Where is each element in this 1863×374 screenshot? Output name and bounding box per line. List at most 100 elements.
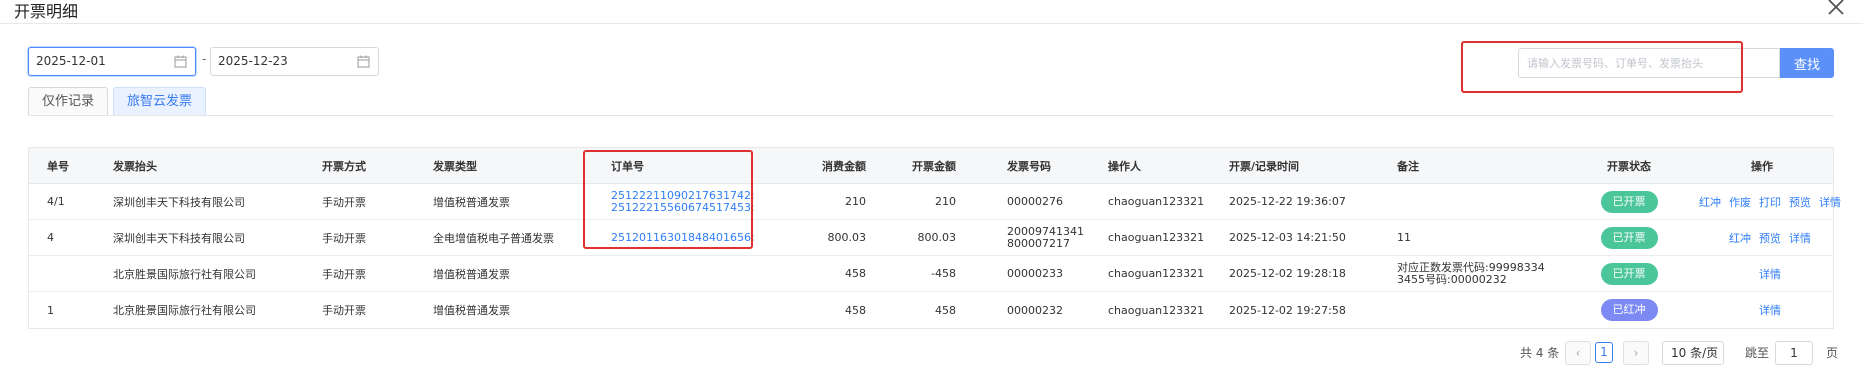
pagination-total: 共 4 条 (1520, 346, 1560, 360)
cell-no: 4/1 (47, 195, 65, 208)
cell-no: 1 (47, 303, 54, 317)
table-row: 1 北京胜景国际旅行社有限公司 手动开票 增值税普通发票 458 458 000… (29, 292, 1833, 328)
detail-link[interactable]: 详情 (1789, 230, 1811, 246)
cell-ops: 详情 (1649, 256, 1781, 291)
order-link[interactable]: 25122211090217631742; (611, 189, 755, 202)
col-note: 备注 (1397, 159, 1419, 173)
col-status: 开票状态 (1607, 159, 1651, 173)
order-link[interactable]: 25122215560674517453; (611, 201, 755, 214)
cell-method: 手动开票 (322, 267, 366, 281)
calendar-icon (357, 55, 370, 68)
next-page-button[interactable]: › (1623, 341, 1649, 365)
col-consume: 消费金额 (822, 159, 866, 173)
cell-title: 深圳创丰天下科技有限公司 (113, 231, 245, 245)
cell-no: 4 (47, 231, 54, 244)
jump-label: 跳至 (1745, 346, 1770, 360)
cell-method: 手动开票 (322, 195, 366, 209)
detail-link[interactable]: 详情 (1759, 302, 1781, 318)
cell-operator: chaoguan123321 (1108, 195, 1205, 208)
chevron-down-icon: ⌄ (1708, 347, 1717, 358)
cell-title: 北京胜景国际旅行社有限公司 (113, 304, 256, 317)
col-ops: 操作 (1751, 159, 1773, 173)
cell-consume: 458 (845, 303, 866, 317)
search-input[interactable] (1518, 48, 1780, 78)
cell-ops: 红冲 预览 详情 (1649, 220, 1811, 255)
col-invoice-no: 发票号码 (1007, 159, 1051, 173)
cell-method: 手动开票 (322, 304, 366, 317)
end-date-input[interactable]: 2025-12-23 (210, 47, 379, 76)
col-order: 订单号 (611, 159, 644, 173)
red-flush-link[interactable]: 红冲 (1729, 230, 1751, 246)
cell-method: 手动开票 (322, 231, 366, 245)
invoice-table: 单号 发票抬头 开票方式 发票类型 订单号 消费金额 开票金额 发票号码 操作人… (28, 147, 1841, 329)
cell-orders: 25122211090217631742; 251222155606745174… (611, 184, 755, 219)
cell-type: 全电增值税电子普通发票 (433, 231, 554, 245)
cell-invoice-no: 00000233 (1007, 267, 1063, 280)
cell-type: 增值税普通发票 (433, 267, 510, 281)
col-operator: 操作人 (1108, 159, 1141, 173)
tab-divider (28, 115, 1834, 116)
print-link[interactable]: 打印 (1759, 194, 1781, 210)
dialog-title: 开票明细 (14, 2, 79, 21)
chevron-right-icon: › (1633, 346, 1639, 360)
col-title: 发票抬头 (113, 159, 157, 173)
start-date-input[interactable]: 2025-12-01 (28, 47, 196, 76)
cell-operator: chaoguan123321 (1108, 303, 1205, 317)
col-time: 开票/记录时间 (1229, 159, 1300, 173)
cell-ops: 红冲 作废 打印 预览 详情 (1649, 184, 1841, 219)
cell-amount: -458 (931, 267, 956, 280)
cell-amount: 800.03 (917, 231, 957, 244)
end-date-value: 2025-12-23 (218, 54, 288, 68)
void-link[interactable]: 作废 (1729, 194, 1751, 210)
page-suffix: 页 (1826, 346, 1839, 360)
cell-consume: 210 (845, 195, 866, 208)
red-flush-link[interactable]: 红冲 (1699, 194, 1721, 210)
table-header: 单号 发票抬头 开票方式 发票类型 订单号 消费金额 开票金额 发票号码 操作人… (29, 148, 1833, 184)
cell-type: 增值税普通发票 (433, 195, 510, 209)
cell-operator: chaoguan123321 (1108, 231, 1205, 244)
cell-time: 2025-12-03 14:21:50 (1229, 231, 1346, 244)
cell-invoice-no: 20009741341800007217 (1007, 224, 1084, 250)
cell-time: 2025-12-02 19:27:58 (1229, 303, 1346, 317)
cell-title: 北京胜景国际旅行社有限公司 (113, 267, 256, 281)
preview-link[interactable]: 预览 (1789, 194, 1811, 210)
cell-ops: 详情 (1649, 292, 1781, 328)
calendar-icon (174, 55, 187, 68)
table-row: 4 深圳创丰天下科技有限公司 手动开票 全电增值税电子普通发票 25120116… (29, 220, 1833, 256)
date-separator: - (202, 52, 207, 66)
search-button[interactable]: 查找 (1780, 48, 1834, 78)
close-icon[interactable] (1823, 0, 1849, 20)
jump-page-input[interactable]: 1 (1775, 341, 1813, 365)
cell-consume: 800.03 (827, 231, 867, 244)
preview-link[interactable]: 预览 (1759, 230, 1781, 246)
cell-invoice-no: 00000232 (1007, 303, 1063, 317)
cell-amount: 210 (935, 195, 956, 208)
detail-link[interactable]: 详情 (1819, 194, 1841, 210)
cell-operator: chaoguan123321 (1108, 267, 1205, 280)
order-link[interactable]: 25120116301848401656; (611, 231, 755, 244)
cell-orders: 25120116301848401656; (611, 220, 755, 255)
table-row: 4/1 深圳创丰天下科技有限公司 手动开票 增值税普通发票 2512221109… (29, 184, 1841, 220)
cell-note: 11 (1397, 231, 1411, 244)
page-size-select[interactable]: 10 条/页 ⌄ (1662, 341, 1724, 365)
col-no: 单号 (47, 159, 69, 173)
tab-cloud-invoice[interactable]: 旅智云发票 (113, 87, 206, 116)
chevron-left-icon: ‹ (1575, 346, 1581, 360)
cell-time: 2025-12-02 19:28:18 (1229, 267, 1346, 280)
page-number[interactable]: 1 (1595, 342, 1613, 363)
cell-title: 深圳创丰天下科技有限公司 (113, 195, 245, 209)
cell-type: 增值税普通发票 (433, 304, 510, 317)
cell-consume: 458 (845, 267, 866, 280)
start-date-value: 2025-12-01 (36, 54, 106, 68)
cell-amount: 458 (935, 303, 956, 317)
cell-note: 对应正数发票代码:999983343455号码:00000232 (1397, 260, 1545, 286)
dialog-header: 开票明细 (0, 0, 1863, 24)
cell-time: 2025-12-22 19:36:07 (1229, 195, 1346, 208)
col-amount: 开票金额 (912, 159, 956, 173)
table-row: 北京胜景国际旅行社有限公司 手动开票 增值税普通发票 458 -458 0000… (29, 256, 1833, 292)
prev-page-button[interactable]: ‹ (1565, 341, 1591, 365)
col-method: 开票方式 (322, 159, 366, 173)
detail-link[interactable]: 详情 (1759, 266, 1781, 282)
tab-record-only[interactable]: 仅作记录 (28, 87, 108, 116)
cell-invoice-no: 00000276 (1007, 195, 1063, 208)
